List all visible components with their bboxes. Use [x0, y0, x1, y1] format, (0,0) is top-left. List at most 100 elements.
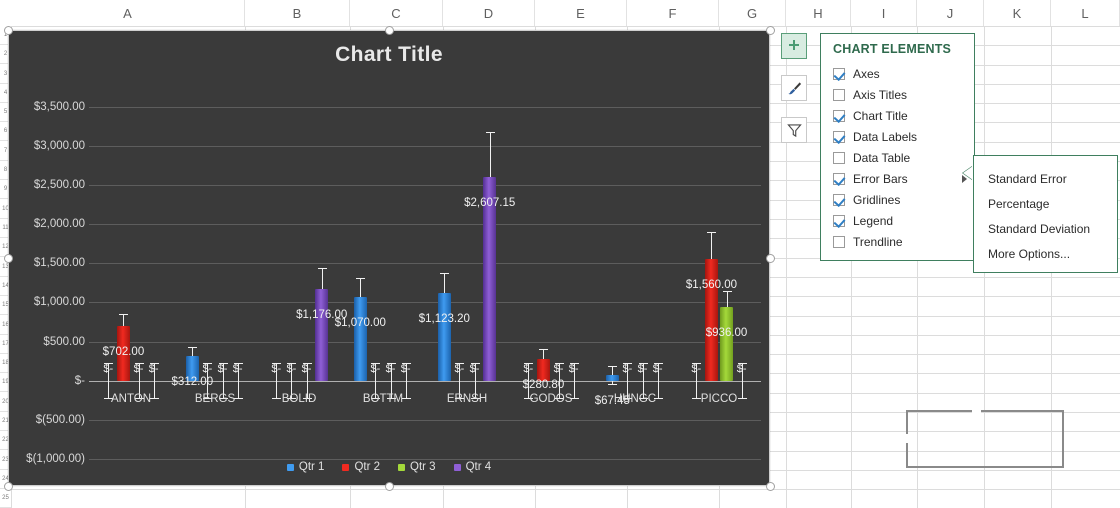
column-header-j[interactable]: J [917, 0, 984, 26]
bar-godos-qtr-2[interactable] [537, 359, 550, 381]
data-label[interactable]: $2,607.15 [464, 197, 515, 209]
data-label[interactable]: $280.80 [523, 379, 565, 391]
data-label[interactable]: $1,123.20 [419, 313, 470, 325]
data-label[interactable]: $- [103, 363, 113, 375]
handle-middle-left[interactable] [4, 254, 13, 263]
checkbox-error-bars[interactable] [833, 173, 845, 185]
category-label-bolid[interactable]: BOLID [282, 393, 317, 405]
chart-element-axes[interactable]: Axes [833, 63, 973, 84]
checkbox-data-table[interactable] [833, 152, 845, 164]
data-label[interactable]: $- [523, 363, 533, 375]
data-label[interactable]: $- [218, 363, 228, 375]
data-label[interactable]: $936.00 [706, 327, 748, 339]
handle-top-right[interactable] [766, 26, 775, 35]
checkbox-data-labels[interactable] [833, 131, 845, 143]
bar-bolid-qtr-4[interactable] [315, 289, 328, 381]
data-label[interactable]: $- [371, 363, 381, 375]
data-label[interactable]: $- [653, 363, 663, 375]
column-header-i[interactable]: I [851, 0, 917, 26]
data-label[interactable]: $702.00 [103, 346, 145, 358]
chart-object[interactable]: Chart Title $3,500.00$3,000.00$2,500.00$… [8, 30, 770, 486]
column-header-c[interactable]: C [350, 0, 443, 26]
handle-bottom-right[interactable] [766, 482, 775, 491]
legend-item-qtr-1[interactable]: Qtr 1 [287, 461, 325, 473]
handle-top-left[interactable] [4, 26, 13, 35]
submenu-item-standard-error[interactable]: Standard Error [988, 166, 1116, 191]
legend-item-qtr-4[interactable]: Qtr 4 [454, 461, 492, 473]
category-label-godos[interactable]: GODOS [530, 393, 573, 405]
column-header-g[interactable]: G [719, 0, 786, 26]
legend-item-qtr-2[interactable]: Qtr 2 [342, 461, 380, 473]
data-label[interactable]: $- [691, 363, 701, 375]
plot-area[interactable]: $-$702.00$-$-$312.00$-$-$-$-$-$-$1,176.0… [89, 87, 761, 459]
checkbox-gridlines[interactable] [833, 194, 845, 206]
data-label[interactable]: $- [233, 363, 243, 375]
checkbox-trendline[interactable] [833, 236, 845, 248]
column-header-d[interactable]: D [443, 0, 535, 26]
submenu-item-standard-deviation[interactable]: Standard Deviation [988, 216, 1116, 241]
checkbox-chart-title[interactable] [833, 110, 845, 122]
column-header-a[interactable]: A [11, 0, 245, 26]
row-header[interactable]: 25 [0, 489, 11, 508]
handle-bottom-left[interactable] [4, 482, 13, 491]
checkbox-legend[interactable] [833, 215, 845, 227]
error-bars-submenu[interactable]: Standard ErrorPercentageStandard Deviati… [973, 155, 1118, 273]
handle-middle-right[interactable] [766, 254, 775, 263]
chart-title[interactable]: Chart Title [9, 43, 769, 67]
submenu-item-percentage[interactable]: Percentage [988, 191, 1116, 216]
category-label-bergs[interactable]: BERGS [195, 393, 235, 405]
category-label-bottm[interactable]: BOTTM [363, 393, 403, 405]
column-header-l[interactable]: L [1051, 0, 1120, 26]
submenu-item-more-options[interactable]: More Options... [988, 241, 1116, 266]
data-label[interactable]: $- [569, 363, 579, 375]
chart-element-data-table[interactable]: Data Table [833, 147, 973, 168]
category-label-anton[interactable]: ANTON [111, 393, 151, 405]
data-label[interactable]: $- [455, 363, 465, 375]
chart-elements-panel[interactable]: CHART ELEMENTS AxesAxis TitlesChart Titl… [820, 33, 975, 261]
bar-ernsh-qtr-1[interactable] [438, 293, 451, 381]
y-axis-labels[interactable]: $3,500.00$3,000.00$2,500.00$2,000.00$1,5… [9, 87, 85, 459]
data-label[interactable]: $- [134, 363, 144, 375]
column-header-f[interactable]: F [627, 0, 719, 26]
data-label[interactable]: $- [287, 363, 297, 375]
cell-range-selection[interactable] [906, 410, 1064, 468]
chart-element-data-labels[interactable]: Data Labels [833, 126, 973, 147]
data-label[interactable]: $- [386, 363, 396, 375]
checkbox-axes[interactable] [833, 68, 845, 80]
category-label-ernsh[interactable]: ERNSH [447, 393, 487, 405]
handle-bottom-center[interactable] [385, 482, 394, 491]
column-header-e[interactable]: E [535, 0, 627, 26]
data-label[interactable]: $- [149, 363, 159, 375]
column-header-h[interactable]: H [786, 0, 851, 26]
data-label[interactable]: $- [554, 363, 564, 375]
data-label[interactable]: $- [737, 363, 747, 375]
chart-element-error-bars[interactable]: Error Bars [833, 168, 973, 189]
handle-top-center[interactable] [385, 26, 394, 35]
bar-picco-qtr-3[interactable] [720, 307, 733, 380]
chart-styles-button[interactable] [781, 75, 807, 101]
chart-filters-button[interactable] [781, 117, 807, 143]
chart-element-trendline[interactable]: Trendline [833, 231, 973, 252]
chart-elements-button[interactable] [781, 33, 807, 59]
chart-element-chart-title[interactable]: Chart Title [833, 105, 973, 126]
data-label[interactable]: $1,560.00 [686, 279, 737, 291]
chart-element-gridlines[interactable]: Gridlines [833, 189, 973, 210]
data-label[interactable]: $- [623, 363, 633, 375]
data-label[interactable]: $- [203, 363, 213, 375]
data-label[interactable]: $- [271, 363, 281, 375]
chart-element-legend[interactable]: Legend [833, 210, 973, 231]
bar-hungc-qtr-1[interactable] [606, 375, 619, 380]
chart-legend[interactable]: Qtr 1Qtr 2Qtr 3Qtr 4 [9, 461, 769, 473]
category-label-picco[interactable]: PICCO [701, 393, 737, 405]
checkbox-axis-titles[interactable] [833, 89, 845, 101]
data-label[interactable]: $- [470, 363, 480, 375]
data-label[interactable]: $- [302, 363, 312, 375]
data-label[interactable]: $312.00 [172, 376, 214, 388]
bar-bottm-qtr-1[interactable] [354, 297, 367, 381]
data-label[interactable]: $1,070.00 [335, 317, 386, 329]
data-label[interactable]: $- [401, 363, 411, 375]
category-label-hungc[interactable]: HUNGC [614, 393, 656, 405]
bar-picco-qtr-2[interactable] [705, 259, 718, 381]
column-header-b[interactable]: B [245, 0, 350, 26]
chart-element-axis-titles[interactable]: Axis Titles [833, 84, 973, 105]
